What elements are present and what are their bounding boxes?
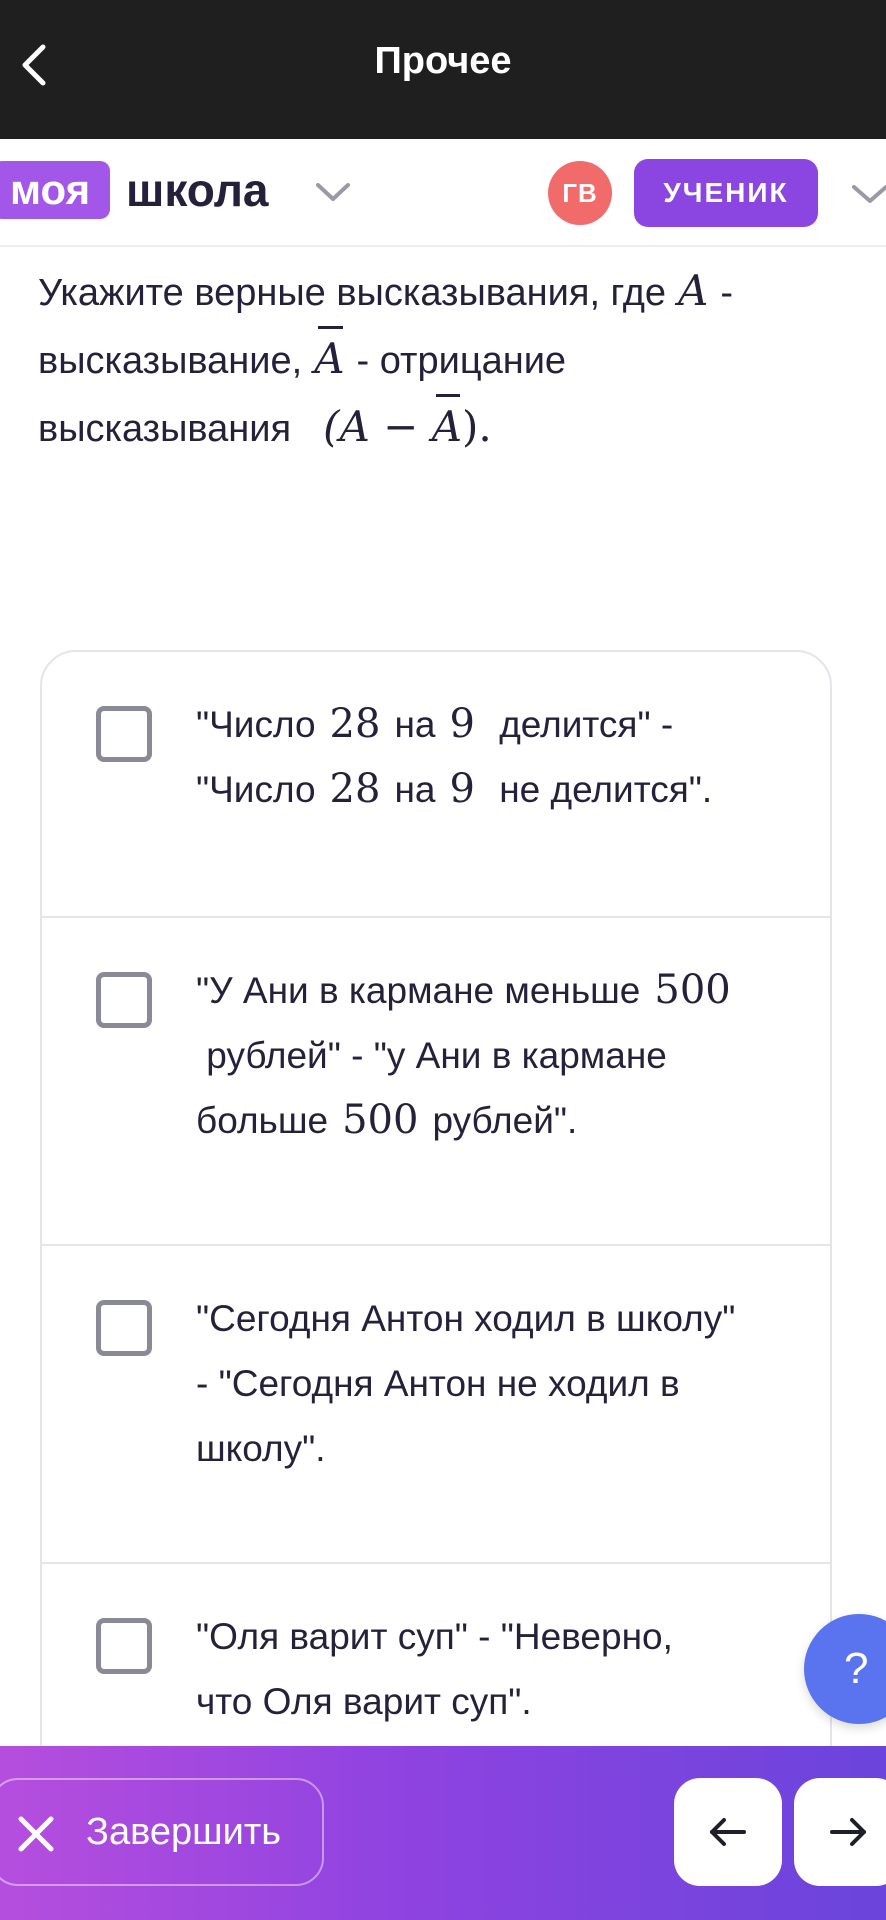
avatar[interactable]: ГВ	[548, 161, 612, 225]
bottom-action-bar: Завершить	[0, 1746, 886, 1920]
option-text: "Сегодня Антон ходил в школу" - "Сегодня…	[196, 1286, 806, 1481]
brand-logo-box: моя	[0, 161, 111, 219]
answer-option[interactable]: "Число 28 на 9 делится" - "Число 28 на 9 не де…	[42, 652, 830, 918]
option-text-part: "У Ани в кармане меньше	[196, 970, 641, 1011]
help-label: ?	[844, 1644, 869, 1693]
option-text-part: "Сегодня Антон ходил в школу"	[196, 1298, 736, 1339]
question-part: высказывание,	[38, 340, 303, 382]
option-number: 28	[329, 766, 381, 812]
option-text-part: что Оля варит суп".	[196, 1681, 532, 1722]
option-number: 28	[329, 701, 381, 747]
next-button[interactable]	[794, 1778, 886, 1886]
option-text-part: "Число	[196, 704, 316, 745]
option-text-part: - "Сегодня Антон не ходил в	[196, 1363, 680, 1404]
answer-options: "Число 28 на 9 делится" - "Число 28 на 9 не де…	[40, 650, 832, 1920]
option-number: 500	[654, 967, 731, 1013]
finish-button[interactable]: Завершить	[0, 1778, 324, 1886]
previous-button[interactable]	[674, 1778, 782, 1886]
option-text: "У Ани в кармане меньше 500 рублей" - "у …	[196, 958, 806, 1153]
checkbox[interactable]	[96, 1618, 152, 1674]
question-part: высказывания	[38, 408, 292, 450]
option-text: "Оля варит суп" - "Неверно, что Оля вари…	[196, 1604, 806, 1734]
option-text-part: на	[394, 704, 436, 745]
math-formula-negation: A	[432, 394, 462, 460]
option-text-part: "Число	[196, 769, 316, 810]
role-badge[interactable]: УЧЕНИК	[634, 159, 818, 227]
option-text: "Число 28 на 9 делится" - "Число 28 на 9 не де…	[196, 692, 806, 822]
math-var-a-negation: A	[314, 326, 345, 392]
option-number: 9	[449, 701, 475, 747]
brand-logo-text: школа	[126, 164, 269, 216]
option-text-part: "Оля варит суп" - "Неверно,	[196, 1616, 673, 1657]
option-text-part: рублей".	[432, 1100, 578, 1141]
answer-option[interactable]: "У Ани в кармане меньше 500 рублей" - "у …	[42, 918, 830, 1246]
arrow-right-icon	[830, 1818, 866, 1846]
option-text-part: школу".	[196, 1428, 326, 1469]
page-title: Прочее	[374, 40, 512, 82]
school-header: моя школа ГВ УЧЕНИК	[0, 139, 886, 247]
question-part: - отрицание	[356, 340, 567, 382]
question-part: -	[720, 272, 734, 314]
option-text-part: не делится".	[499, 769, 713, 810]
finish-label: Завершить	[86, 1811, 282, 1853]
checkbox[interactable]	[96, 972, 152, 1028]
checkbox[interactable]	[96, 1300, 152, 1356]
option-number: 9	[449, 766, 475, 812]
arrow-left-icon	[710, 1818, 746, 1846]
question-text: Укажите верные высказывания, где A - выска…	[38, 258, 838, 462]
option-text-part: делится" -	[499, 704, 674, 745]
option-text-part: больше	[196, 1100, 329, 1141]
option-number: 500	[342, 1097, 419, 1143]
option-text-part: на	[394, 769, 436, 810]
close-icon	[18, 1816, 54, 1852]
checkbox[interactable]	[96, 706, 152, 762]
top-app-bar: Прочее	[0, 0, 886, 139]
option-text-part: рублей" - "у Ани в кармане	[206, 1035, 667, 1076]
answer-option[interactable]: "Сегодня Антон ходил в школу" - "Сегодня…	[42, 1246, 830, 1564]
math-var-a: A	[678, 266, 709, 315]
math-formula-end: ).	[462, 402, 492, 451]
question-part: Укажите верные высказывания, где	[38, 272, 667, 314]
chevron-down-icon[interactable]	[314, 177, 352, 207]
math-formula-start: (A −	[323, 402, 432, 451]
chevron-down-icon[interactable]	[850, 179, 886, 209]
